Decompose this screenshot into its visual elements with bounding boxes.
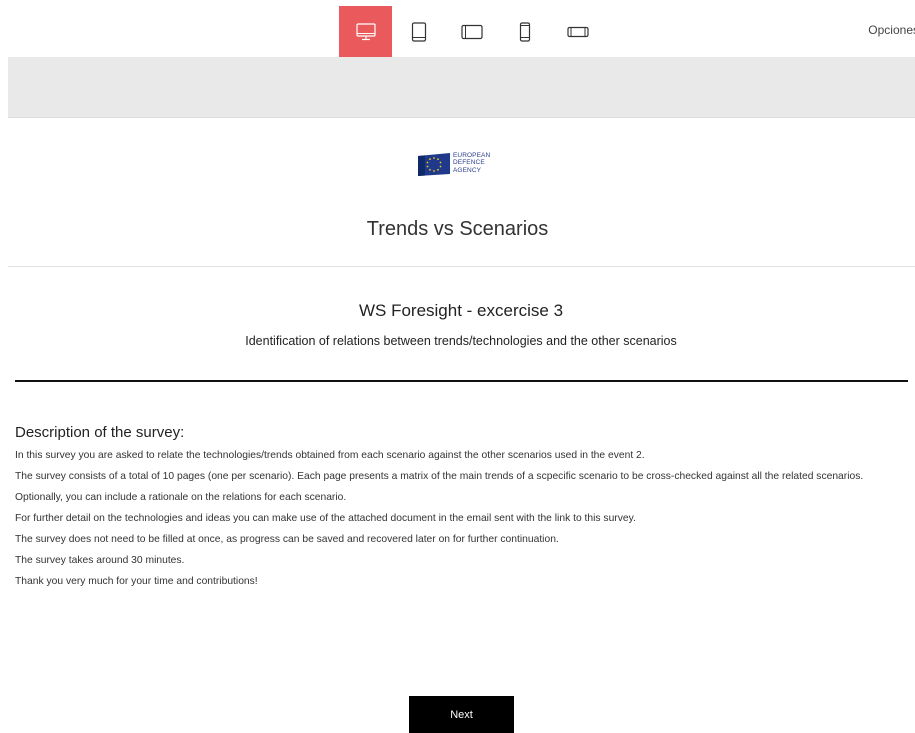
description-paragraph: The survey consists of a total of 10 pag…: [15, 471, 864, 482]
device-desktop-button[interactable]: [339, 6, 392, 57]
logo-line-1: EUROPEAN: [453, 152, 491, 159]
logo-line-2: DEFENCE: [453, 159, 485, 167]
options-menu[interactable]: Opciones: [868, 23, 915, 37]
description-heading: Description of the survey:: [15, 424, 185, 441]
description-paragraph: In this survey you are asked to relate t…: [15, 450, 645, 461]
group-divider: [15, 380, 908, 382]
description-paragraph: Thank you very much for your time and co…: [15, 576, 258, 587]
phone-portrait-icon: [519, 21, 530, 42]
logo-text: EUROPEAN DEFENCE AGENCY: [453, 152, 490, 174]
phone-landscape-icon: [566, 26, 589, 37]
device-switcher: [339, 6, 604, 57]
device-phone-portrait-button[interactable]: [498, 6, 551, 57]
header-divider: [8, 266, 915, 267]
group-description: Identification of relations between tren…: [245, 334, 677, 348]
device-tablet-landscape-button[interactable]: [445, 6, 498, 57]
description-paragraph: The survey takes around 30 minutes.: [15, 555, 185, 566]
next-button[interactable]: Next: [409, 696, 514, 733]
description-paragraph: Optionally, you can include a rationale …: [15, 492, 347, 503]
device-toolbar: Opciones: [0, 0, 915, 57]
logo-line-3: AGENCY: [453, 166, 482, 174]
device-phone-landscape-button[interactable]: [551, 6, 604, 57]
survey-title: Trends vs Scenarios: [366, 218, 549, 240]
description-paragraph: For further detail on the technologies a…: [15, 513, 636, 524]
eu-flag-icon: [418, 153, 450, 176]
preview-header-band: [8, 57, 915, 118]
description-paragraph: The survey does not need to be filled at…: [15, 534, 559, 545]
group-title: WS Foresight - excercise 3: [358, 301, 564, 320]
desktop-icon: [355, 22, 376, 40]
tablet-portrait-icon: [411, 21, 426, 42]
tablet-landscape-icon: [460, 24, 483, 39]
survey-description: Description of the survey: In this surve…: [15, 424, 910, 597]
eda-logo: EUROPEAN DEFENCE AGENCY: [416, 150, 506, 178]
device-tablet-portrait-button[interactable]: [392, 6, 445, 57]
